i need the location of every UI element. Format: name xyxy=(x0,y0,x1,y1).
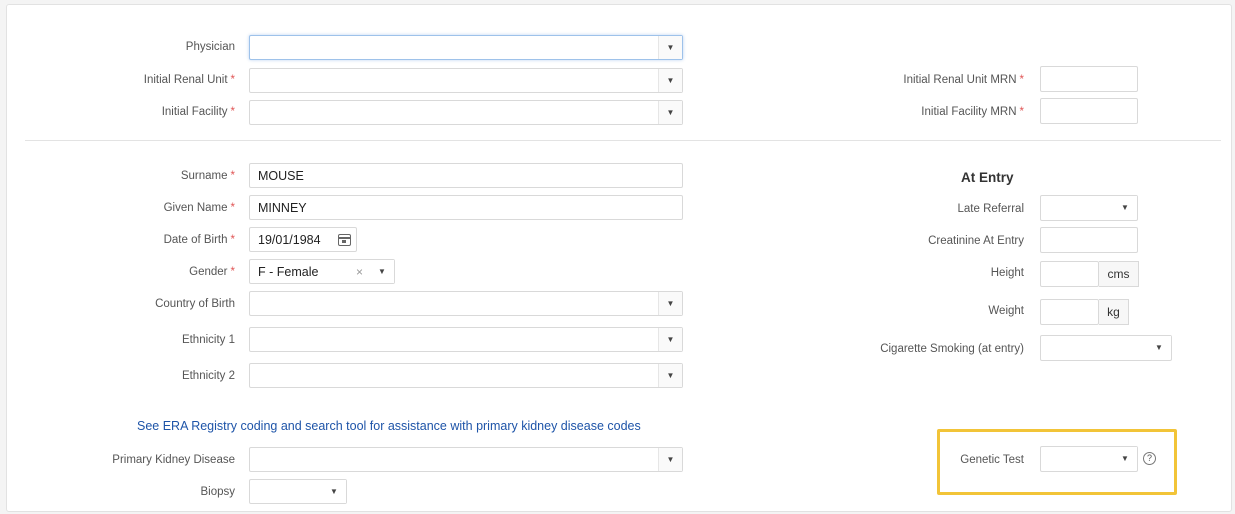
date-of-birth-label: Date of Birth * xyxy=(163,234,235,246)
given-name-value: MINNEY xyxy=(258,201,307,215)
initial-facility-label: Initial Facility * xyxy=(161,106,235,118)
chevron-down-icon[interactable]: ▼ xyxy=(658,328,682,351)
gender-label: Gender * xyxy=(189,266,235,278)
ethnicity-1-select[interactable]: ▼ xyxy=(249,327,683,352)
chevron-down-icon[interactable]: ▼ xyxy=(1113,196,1137,219)
weight-unit: kg xyxy=(1099,299,1129,325)
gender-select[interactable]: F - Female × ▼ xyxy=(249,259,395,284)
chevron-down-icon[interactable]: ▼ xyxy=(658,292,682,315)
section-divider xyxy=(25,140,1221,141)
date-of-birth-value: 19/01/1984 xyxy=(258,233,321,247)
ethnicity-2-label: Ethnicity 2 xyxy=(181,370,235,382)
surname-input[interactable]: MOUSE xyxy=(249,163,683,188)
chevron-down-icon[interactable]: ▼ xyxy=(322,480,346,503)
chevron-down-icon[interactable]: ▼ xyxy=(1147,336,1171,359)
calendar-icon[interactable] xyxy=(338,234,351,246)
creatinine-at-entry-input[interactable] xyxy=(1040,227,1138,253)
height-label: Height xyxy=(990,267,1024,279)
cigarette-smoking-select[interactable]: ▼ xyxy=(1040,335,1172,361)
late-referral-select[interactable]: ▼ xyxy=(1040,195,1138,221)
ethnicity-1-label: Ethnicity 1 xyxy=(181,334,235,346)
date-of-birth-input[interactable]: 19/01/1984 xyxy=(249,227,357,252)
chevron-down-icon[interactable]: ▼ xyxy=(1113,447,1137,470)
surname-value: MOUSE xyxy=(258,169,304,183)
country-of-birth-select[interactable]: ▼ xyxy=(249,291,683,316)
biopsy-label: Biopsy xyxy=(200,486,235,498)
initial-renal-unit-select[interactable]: ▼ xyxy=(249,68,683,93)
late-referral-label: Late Referral xyxy=(957,203,1024,215)
initial-renal-unit-mrn-label: Initial Renal Unit MRN * xyxy=(903,74,1024,86)
physician-label: Physician xyxy=(185,41,235,53)
patient-form: Physician ▼ Initial Renal Unit * ▼ Initia… xyxy=(6,4,1232,512)
ethnicity-2-select[interactable]: ▼ xyxy=(249,363,683,388)
initial-facility-mrn-input[interactable] xyxy=(1040,98,1138,124)
surname-label: Surname * xyxy=(180,170,235,182)
chevron-down-icon[interactable]: ▼ xyxy=(658,448,682,471)
cigarette-smoking-label: Cigarette Smoking (at entry) xyxy=(880,343,1024,355)
weight-input[interactable] xyxy=(1040,299,1099,325)
primary-kidney-disease-select[interactable]: ▼ xyxy=(249,447,683,472)
physician-select[interactable]: ▼ xyxy=(249,35,683,60)
era-registry-link[interactable]: See ERA Registry coding and search tool … xyxy=(137,419,641,433)
country-of-birth-label: Country of Birth xyxy=(155,298,235,310)
genetic-test-label: Genetic Test xyxy=(960,454,1024,466)
chevron-down-icon[interactable]: ▼ xyxy=(658,36,682,59)
height-unit: cms xyxy=(1099,261,1139,287)
chevron-down-icon[interactable]: ▼ xyxy=(658,364,682,387)
clear-icon[interactable]: × xyxy=(356,265,363,279)
initial-renal-unit-mrn-input[interactable] xyxy=(1040,66,1138,92)
at-entry-heading: At Entry xyxy=(961,170,1014,185)
height-input[interactable] xyxy=(1040,261,1099,287)
chevron-down-icon[interactable]: ▼ xyxy=(658,69,682,92)
creatinine-at-entry-label: Creatinine At Entry xyxy=(928,235,1024,247)
given-name-label: Given Name * xyxy=(163,202,235,214)
help-icon[interactable]: ? xyxy=(1143,452,1156,465)
gender-value: F - Female xyxy=(258,265,319,279)
chevron-down-icon[interactable]: ▼ xyxy=(370,260,394,283)
weight-label: Weight xyxy=(988,305,1024,317)
chevron-down-icon[interactable]: ▼ xyxy=(658,101,682,124)
initial-renal-unit-label: Initial Renal Unit * xyxy=(143,74,235,86)
biopsy-select[interactable]: ▼ xyxy=(249,479,347,504)
primary-kidney-disease-label: Primary Kidney Disease xyxy=(112,454,235,466)
given-name-input[interactable]: MINNEY xyxy=(249,195,683,220)
initial-facility-mrn-label: Initial Facility MRN * xyxy=(921,106,1024,118)
initial-facility-select[interactable]: ▼ xyxy=(249,100,683,125)
genetic-test-select[interactable]: ▼ xyxy=(1040,446,1138,472)
